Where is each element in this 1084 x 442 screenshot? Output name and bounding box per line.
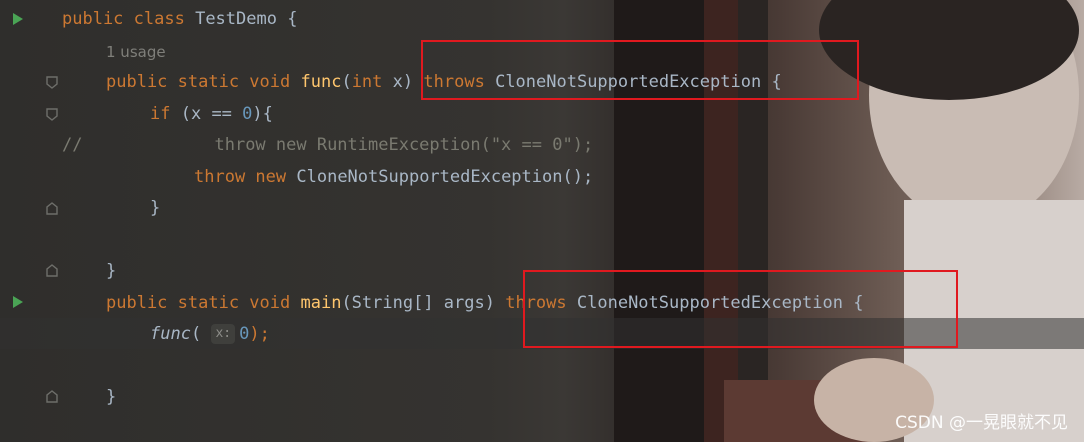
run-main-icon[interactable] [13, 296, 23, 308]
code-line-close-main[interactable]: } [106, 382, 116, 413]
csdn-watermark: CSDN @一晃眼就不见 [895, 413, 1068, 433]
editor-gutter [0, 0, 60, 442]
run-class-icon[interactable] [13, 13, 23, 25]
fold-end-icon[interactable] [46, 390, 58, 403]
code-line-if[interactable]: if (x == 0){ [150, 99, 273, 130]
code-line-1[interactable]: public class TestDemo { [62, 4, 297, 35]
code-line-throw[interactable]: throw new CloneNotSupportedException(); [194, 162, 593, 193]
code-line-comment[interactable]: //throw new RuntimeException("x == 0"); [62, 130, 593, 161]
fold-end-icon[interactable] [46, 202, 58, 215]
parameter-hint: x: [211, 324, 236, 344]
code-line-close-if[interactable]: } [150, 193, 160, 224]
fold-end-icon[interactable] [46, 264, 58, 277]
throws-highlight-box-main [523, 270, 958, 348]
code-line-close-func[interactable]: } [106, 256, 116, 287]
throws-highlight-box-func [421, 40, 859, 100]
fold-collapse-icon[interactable] [46, 76, 58, 89]
code-line-func-call[interactable]: func( x: 0); [150, 319, 270, 350]
code-editor[interactable]: public class TestDemo { 1 usage public s… [0, 0, 1084, 442]
fold-collapse-icon[interactable] [46, 108, 58, 121]
usage-hint[interactable]: 1 usage [106, 37, 166, 68]
